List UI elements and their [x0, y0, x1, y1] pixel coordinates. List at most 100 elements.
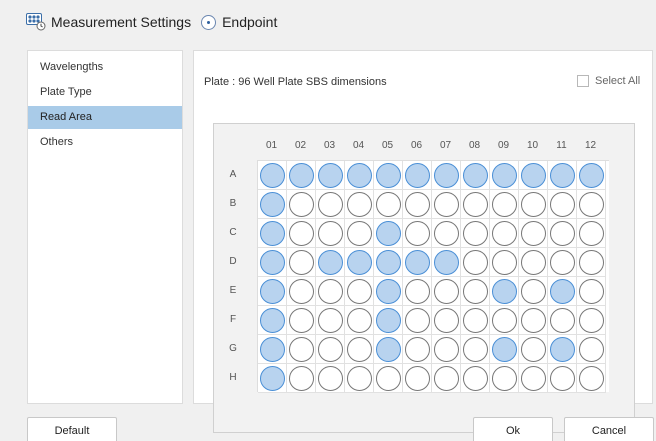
well-E03[interactable] [318, 279, 343, 304]
well-E08[interactable] [463, 279, 488, 304]
well-G08[interactable] [463, 337, 488, 362]
column-header[interactable]: 12 [576, 140, 605, 151]
well-C09[interactable] [492, 221, 517, 246]
well-H04[interactable] [347, 366, 372, 391]
column-header[interactable]: 05 [373, 140, 402, 151]
well-C02[interactable] [289, 221, 314, 246]
well-A03[interactable] [318, 163, 343, 188]
well-F08[interactable] [463, 308, 488, 333]
ok-button[interactable]: Ok [473, 417, 553, 441]
well-H01[interactable] [260, 366, 285, 391]
well-B11[interactable] [550, 192, 575, 217]
well-A01[interactable] [260, 163, 285, 188]
well-A02[interactable] [289, 163, 314, 188]
well-B01[interactable] [260, 192, 285, 217]
well-D06[interactable] [405, 250, 430, 275]
well-C01[interactable] [260, 221, 285, 246]
sidebar-item-read-area[interactable]: Read Area [28, 106, 182, 129]
well-F09[interactable] [492, 308, 517, 333]
well-H03[interactable] [318, 366, 343, 391]
well-E05[interactable] [376, 279, 401, 304]
well-H07[interactable] [434, 366, 459, 391]
select-all-checkbox[interactable]: Select All [577, 75, 640, 87]
well-E02[interactable] [289, 279, 314, 304]
well-D01[interactable] [260, 250, 285, 275]
well-H11[interactable] [550, 366, 575, 391]
well-B08[interactable] [463, 192, 488, 217]
well-B09[interactable] [492, 192, 517, 217]
well-C10[interactable] [521, 221, 546, 246]
well-E09[interactable] [492, 279, 517, 304]
well-D02[interactable] [289, 250, 314, 275]
column-header[interactable]: 04 [344, 140, 373, 151]
well-A10[interactable] [521, 163, 546, 188]
well-F06[interactable] [405, 308, 430, 333]
row-header[interactable]: C [226, 227, 240, 238]
column-header[interactable]: 02 [286, 140, 315, 151]
sidebar-item-plate-type[interactable]: Plate Type [28, 81, 182, 104]
well-D09[interactable] [492, 250, 517, 275]
well-H02[interactable] [289, 366, 314, 391]
column-header[interactable]: 08 [460, 140, 489, 151]
well-G07[interactable] [434, 337, 459, 362]
well-F12[interactable] [579, 308, 604, 333]
well-H12[interactable] [579, 366, 604, 391]
well-B03[interactable] [318, 192, 343, 217]
row-header[interactable]: F [226, 314, 240, 325]
well-G01[interactable] [260, 337, 285, 362]
well-F04[interactable] [347, 308, 372, 333]
well-G09[interactable] [492, 337, 517, 362]
well-C06[interactable] [405, 221, 430, 246]
column-header[interactable]: 10 [518, 140, 547, 151]
well-B04[interactable] [347, 192, 372, 217]
well-A12[interactable] [579, 163, 604, 188]
well-H08[interactable] [463, 366, 488, 391]
well-D12[interactable] [579, 250, 604, 275]
well-G03[interactable] [318, 337, 343, 362]
well-B07[interactable] [434, 192, 459, 217]
well-D11[interactable] [550, 250, 575, 275]
well-H05[interactable] [376, 366, 401, 391]
well-G02[interactable] [289, 337, 314, 362]
well-F07[interactable] [434, 308, 459, 333]
well-D07[interactable] [434, 250, 459, 275]
well-A08[interactable] [463, 163, 488, 188]
well-A04[interactable] [347, 163, 372, 188]
row-header[interactable]: G [226, 343, 240, 354]
row-header[interactable]: A [226, 169, 240, 180]
well-D08[interactable] [463, 250, 488, 275]
well-B10[interactable] [521, 192, 546, 217]
well-C03[interactable] [318, 221, 343, 246]
well-D05[interactable] [376, 250, 401, 275]
well-D04[interactable] [347, 250, 372, 275]
well-A11[interactable] [550, 163, 575, 188]
column-header[interactable]: 03 [315, 140, 344, 151]
well-F03[interactable] [318, 308, 343, 333]
default-button[interactable]: Default [27, 417, 117, 441]
well-B05[interactable] [376, 192, 401, 217]
well-A09[interactable] [492, 163, 517, 188]
column-header[interactable]: 07 [431, 140, 460, 151]
row-header[interactable]: B [226, 198, 240, 209]
well-E10[interactable] [521, 279, 546, 304]
well-E04[interactable] [347, 279, 372, 304]
well-H09[interactable] [492, 366, 517, 391]
sidebar-item-others[interactable]: Others [28, 131, 182, 154]
well-D03[interactable] [318, 250, 343, 275]
well-C11[interactable] [550, 221, 575, 246]
well-H06[interactable] [405, 366, 430, 391]
column-header[interactable]: 06 [402, 140, 431, 151]
endpoint-mode-radio[interactable]: Endpoint [201, 14, 277, 30]
well-A07[interactable] [434, 163, 459, 188]
well-B12[interactable] [579, 192, 604, 217]
sidebar-item-wavelengths[interactable]: Wavelengths [28, 56, 182, 79]
well-F10[interactable] [521, 308, 546, 333]
well-F02[interactable] [289, 308, 314, 333]
cancel-button[interactable]: Cancel [564, 417, 654, 441]
well-A06[interactable] [405, 163, 430, 188]
well-H10[interactable] [521, 366, 546, 391]
well-G11[interactable] [550, 337, 575, 362]
well-E06[interactable] [405, 279, 430, 304]
well-C07[interactable] [434, 221, 459, 246]
well-E01[interactable] [260, 279, 285, 304]
